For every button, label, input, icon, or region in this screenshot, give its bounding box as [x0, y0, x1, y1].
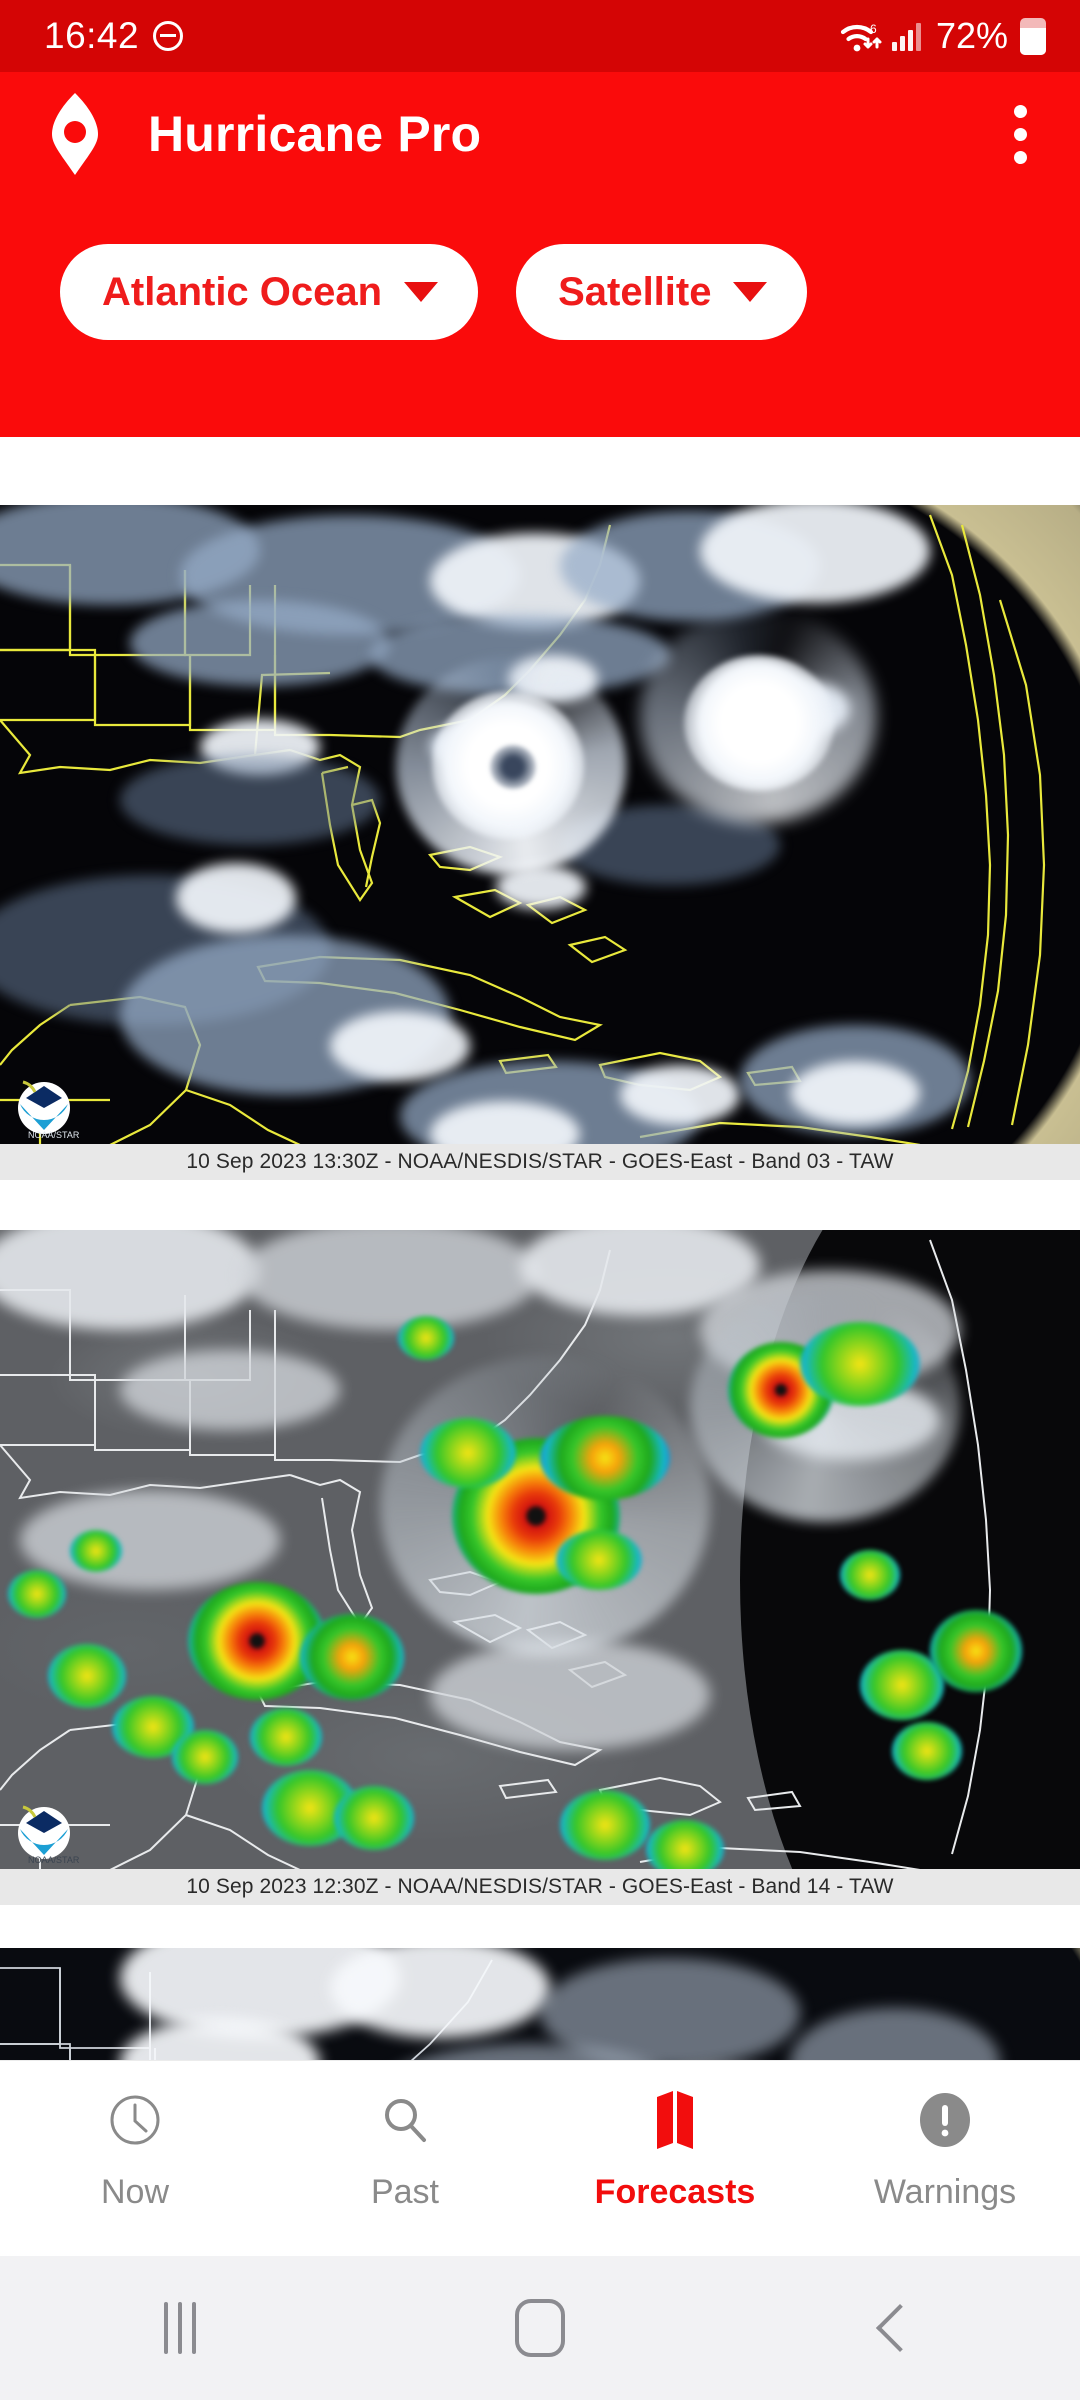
overflow-menu-icon[interactable] — [990, 92, 1050, 176]
nav-label: Now — [100, 2173, 170, 2211]
svg-text:6: 6 — [870, 22, 877, 36]
noaa-logo-icon: NOAA/STAR — [10, 1068, 82, 1140]
status-bar-right: 6 72% — [839, 15, 1046, 57]
do-not-disturb-icon — [153, 21, 184, 51]
hurricane-icon — [46, 92, 104, 176]
app-bar-top: Hurricane Pro — [0, 72, 1080, 196]
nav-item-forecasts[interactable]: Forecasts — [540, 2061, 810, 2212]
svg-text:NOAA/STAR: NOAA/STAR — [28, 1855, 80, 1865]
battery-percent: 72% — [935, 15, 1008, 56]
bottom-navigation[interactable]: Now Past Forecasts Warnings — [0, 2060, 1080, 2256]
nav-label: Forecasts — [594, 2173, 756, 2211]
status-time: 16:42 — [44, 15, 140, 56]
wifi-6-icon: 6 — [839, 19, 883, 53]
svg-text:NOAA/STAR: NOAA/STAR — [28, 1130, 80, 1140]
back-icon — [875, 2303, 925, 2353]
ocean-basin-label: Atlantic Ocean — [102, 269, 383, 314]
satellite-image-infrared: NOAA/STAR — [0, 1230, 1080, 1905]
satellite-image-visible: NOAA/STAR — [0, 505, 1080, 1180]
satellite-image-card[interactable]: NOAA/STAR 10 Sep 2023 12:30Z - NOAA/NESD… — [0, 1230, 1080, 1905]
status-bar: 16:42 6 72% — [0, 0, 1080, 72]
view-type-dropdown[interactable]: Satellite — [516, 244, 808, 340]
tropical-system-visible-secondary — [640, 609, 876, 823]
image-caption: 10 Sep 2023 13:30Z - NOAA/NESDIS/STAR - … — [0, 1144, 1080, 1180]
recents-button[interactable] — [0, 2302, 360, 2354]
ocean-basin-dropdown[interactable]: Atlantic Ocean — [60, 244, 479, 340]
recents-icon — [164, 2302, 196, 2354]
search-icon — [376, 2091, 434, 2149]
chevron-down-icon — [733, 282, 768, 302]
map-icon — [646, 2091, 704, 2149]
battery-icon — [1020, 17, 1046, 55]
clock-icon — [106, 2091, 164, 2149]
hurricane-visible-primary — [396, 657, 626, 875]
chevron-down-icon — [404, 282, 439, 302]
view-type-label: Satellite — [558, 269, 712, 314]
satellite-image-list[interactable]: NOAA/STAR 10 Sep 2023 13:30Z - NOAA/NESD… — [0, 437, 1080, 2060]
nav-label: Past — [370, 2173, 440, 2211]
status-bar-left: 16:42 — [44, 15, 184, 57]
nav-item-warnings[interactable]: Warnings — [810, 2061, 1080, 2212]
nav-item-past[interactable]: Past — [270, 2061, 540, 2212]
alert-icon — [916, 2091, 974, 2149]
app-bar: Hurricane Pro Atlantic Ocean Satellite — [0, 72, 1080, 437]
back-button[interactable] — [720, 2303, 1080, 2353]
filter-chip-row: Atlantic Ocean Satellite — [0, 244, 1080, 340]
satellite-image-card[interactable]: NOAA/STAR 10 Sep 2023 13:30Z - NOAA/NESD… — [0, 505, 1080, 1180]
image-caption: 10 Sep 2023 12:30Z - NOAA/NESDIS/STAR - … — [0, 1869, 1080, 1905]
noaa-logo-icon: NOAA/STAR — [10, 1793, 82, 1865]
nav-label: Warnings — [873, 2173, 1017, 2211]
page-title: Hurricane Pro — [148, 106, 482, 162]
satellite-image-true-color — [0, 1948, 1080, 2060]
nav-item-now[interactable]: Now — [0, 2061, 270, 2212]
system-navigation-bar[interactable] — [0, 2256, 1080, 2400]
home-button[interactable] — [360, 2299, 720, 2357]
cellular-signal-icon — [891, 21, 921, 51]
satellite-image-card[interactable] — [0, 1948, 1080, 2060]
home-icon — [515, 2299, 565, 2357]
